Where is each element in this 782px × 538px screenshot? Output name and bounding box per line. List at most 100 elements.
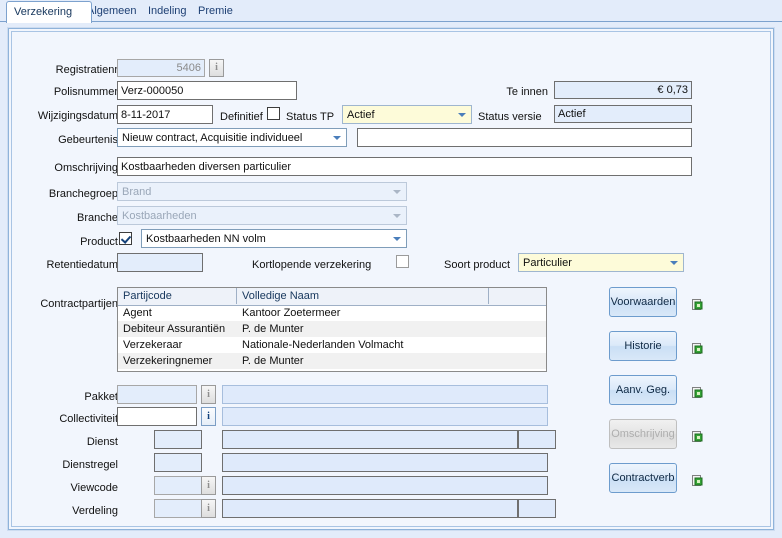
retentiedatum-input[interactable] xyxy=(117,253,203,272)
gebeurtenis-label: Gebeurtenis xyxy=(58,134,118,146)
kortlopende-checkbox[interactable] xyxy=(396,255,409,268)
cell-naam: Kantoor Zoetermeer xyxy=(242,307,341,319)
dienstregel-desc-field xyxy=(222,453,548,472)
product-label: Product xyxy=(80,236,118,248)
branchegroep-combo: Brand xyxy=(117,182,407,201)
grid-col-volledige-naam[interactable]: Volledige Naam xyxy=(237,288,489,304)
grid-col-filler xyxy=(489,288,546,304)
product-checkbox[interactable] xyxy=(119,232,132,245)
dienstregel-code-input[interactable] xyxy=(154,453,202,472)
collectiviteit-desc-field xyxy=(222,407,548,426)
gebeurtenis-extra-input[interactable] xyxy=(357,128,692,147)
verzekering-panel: Registratienr 5406 i Polisnummer Verz-00… xyxy=(8,28,774,530)
pakket-code-input xyxy=(117,385,197,404)
viewcode-info-icon[interactable]: i xyxy=(201,476,216,495)
verzekering-panel-inner: Registratienr 5406 i Polisnummer Verz-00… xyxy=(11,31,771,527)
te-innen-label: Te innen xyxy=(506,86,548,98)
table-row[interactable]: Agent Kantoor Zoetermeer xyxy=(118,305,546,321)
contractverb-button[interactable]: Contractverb xyxy=(609,463,677,493)
kortlopende-label: Kortlopende verzekering xyxy=(252,259,372,271)
table-row[interactable]: Debiteur Assurantiën P. de Munter xyxy=(118,321,546,337)
verdeling-desc-field xyxy=(222,499,518,518)
product-combo[interactable]: Kostbaarheden NN volm xyxy=(141,229,407,248)
status-tp-value: Actief xyxy=(347,109,375,121)
polisnummer-label: Polisnummer xyxy=(53,86,118,98)
cell-partijcode: Agent xyxy=(123,307,152,319)
pakket-label: Pakket xyxy=(84,391,118,403)
dienst-tail-field xyxy=(518,430,556,449)
historie-doc-icon[interactable] xyxy=(692,343,703,354)
soort-product-value: Particulier xyxy=(523,257,572,269)
verdeling-tail-field xyxy=(518,499,556,518)
dienst-desc-field xyxy=(222,430,518,449)
tab-verzekering-label: Verzekering xyxy=(14,6,73,18)
soort-product-combo[interactable]: Particulier xyxy=(518,253,684,272)
tab-indeling[interactable]: Indeling xyxy=(141,2,194,21)
registratienr-label: Registratienr xyxy=(55,64,118,76)
aanv-geg-button[interactable]: Aanv. Geg. xyxy=(609,375,677,405)
chevron-down-icon xyxy=(458,112,466,117)
soort-product-label: Soort product xyxy=(444,259,511,271)
retentiedatum-label: Retentiedatum xyxy=(46,259,118,271)
tab-indeling-label: Indeling xyxy=(148,5,187,17)
collectiviteit-code-input[interactable] xyxy=(117,407,197,426)
voorwaarden-button[interactable]: Voorwaarden xyxy=(609,287,677,317)
branche-label: Branche xyxy=(77,212,118,224)
dienstregel-label: Dienstregel xyxy=(62,459,118,471)
cell-naam: Nationale-Nederlanden Volmacht xyxy=(242,339,404,351)
cell-partijcode: Verzekeraar xyxy=(123,339,183,351)
cell-naam: P. de Munter xyxy=(242,323,304,335)
status-tp-combo[interactable]: Actief xyxy=(342,105,472,124)
product-value: Kostbaarheden NN volm xyxy=(146,233,266,245)
aanv-geg-doc-icon[interactable] xyxy=(692,387,703,398)
chevron-down-icon xyxy=(393,236,401,241)
registratienr-info-icon[interactable]: i xyxy=(209,59,224,77)
pakket-desc-field xyxy=(222,385,548,404)
collectiviteit-label: Collectiviteit xyxy=(59,413,118,425)
chevron-down-icon xyxy=(393,213,401,218)
cell-partijcode: Debiteur Assurantiën xyxy=(123,323,226,335)
pakket-info-icon[interactable]: i xyxy=(201,385,216,404)
viewcode-desc-field xyxy=(222,476,548,495)
tab-strip: Verzekering Algemeen Indeling Premie xyxy=(0,0,782,23)
table-row[interactable]: Verzekeringnemer P. de Munter xyxy=(118,353,546,369)
grid-col-partijcode[interactable]: Partijcode xyxy=(118,288,237,304)
viewcode-code-input xyxy=(154,476,202,495)
omschrijving-input[interactable]: Kostbaarheden diversen particulier xyxy=(117,157,692,176)
status-versie-field: Actief xyxy=(554,105,692,123)
tab-strip-underline xyxy=(0,21,782,22)
verdeling-info-icon[interactable]: i xyxy=(201,499,216,518)
chevron-down-icon xyxy=(393,189,401,194)
te-innen-field: € 0,73 xyxy=(554,81,692,99)
wijzigingsdatum-input[interactable]: 8-11-2017 xyxy=(117,105,213,124)
definitief-checkbox[interactable] xyxy=(267,107,280,120)
omschrijving-button: Omschrijving xyxy=(609,419,677,449)
historie-button[interactable]: Historie xyxy=(609,331,677,361)
grid-header-row: Partijcode Volledige Naam xyxy=(118,288,546,306)
gebeurtenis-value: Nieuw contract, Acquisitie individueel xyxy=(122,132,303,144)
gebeurtenis-combo[interactable]: Nieuw contract, Acquisitie individueel xyxy=(117,128,347,147)
contractverb-doc-icon[interactable] xyxy=(692,475,703,486)
tab-verzekering[interactable]: Verzekering xyxy=(6,1,92,23)
tab-algemeen-label: Algemeen xyxy=(87,5,137,17)
collectiviteit-info-icon[interactable]: i xyxy=(201,407,216,426)
omschrijving-doc-icon[interactable] xyxy=(692,431,703,442)
cell-naam: P. de Munter xyxy=(242,355,304,367)
chevron-down-icon xyxy=(333,135,341,140)
tab-premie[interactable]: Premie xyxy=(191,2,240,21)
table-row[interactable]: Verzekeraar Nationale-Nederlanden Volmac… xyxy=(118,337,546,353)
wijzigingsdatum-label: Wijzigingsdatum xyxy=(37,110,118,122)
cell-partijcode: Verzekeringnemer xyxy=(123,355,213,367)
voorwaarden-doc-icon[interactable] xyxy=(692,299,703,310)
branchegroep-label: Branchegroep xyxy=(48,188,118,200)
verdeling-code-input xyxy=(154,499,202,518)
dienst-code-input[interactable] xyxy=(154,430,202,449)
definitief-label: Definitief xyxy=(220,111,263,123)
dienst-label: Dienst xyxy=(86,436,118,448)
viewcode-label: Viewcode xyxy=(70,482,119,494)
status-versie-label: Status versie xyxy=(478,111,542,123)
contractpartijen-grid[interactable]: Partijcode Volledige Naam Agent Kantoor … xyxy=(117,287,547,372)
chevron-down-icon xyxy=(670,260,678,265)
polisnummer-input[interactable]: Verz-000050 xyxy=(117,81,297,100)
verdeling-label: Verdeling xyxy=(72,505,118,517)
